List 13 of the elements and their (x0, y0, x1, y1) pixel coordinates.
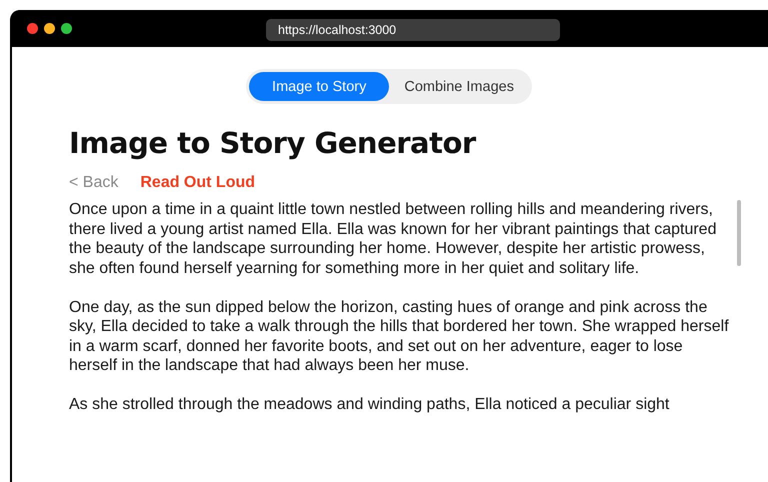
story-paragraph: Once upon a time in a quaint little town nestled between rolling hills and meandering rivers, there lived a young artist named Ella. Ella was known for her vibrant paintings that captured the beauty of the landscape surrounding her home. However, despite her artistic prowess, she often found herself yearning for something more in her quiet and solitary life. (69, 200, 718, 278)
tab[interactable]: Combine Images (389, 72, 529, 101)
minimize-icon[interactable] (44, 23, 55, 34)
tab[interactable]: Image to Story (249, 72, 390, 101)
story-paragraph: One day, as the sun dipped below the horizon, casting hues of orange and pink across the sky, Ella decided to take a walk through the hills that bordered her town. She wrapped herself in a warm scarf, donned her favorite boots, and set out on her adventure, eager to lose herself in the landscape that had always been her muse. (69, 298, 730, 376)
back-link[interactable]: < Back (69, 174, 118, 192)
read-aloud-link[interactable]: Read Out Loud (140, 174, 256, 192)
close-icon[interactable] (27, 23, 38, 34)
scrollbar[interactable] (737, 200, 741, 266)
maximize-icon[interactable] (61, 23, 72, 34)
address-bar[interactable]: https://localhost:3000 (266, 19, 560, 41)
story-paragraph: As she strolled through the meadows and winding paths, Ella noticed a peculiar sight (69, 395, 670, 414)
page-title: Image to Story Generator (69, 126, 478, 160)
